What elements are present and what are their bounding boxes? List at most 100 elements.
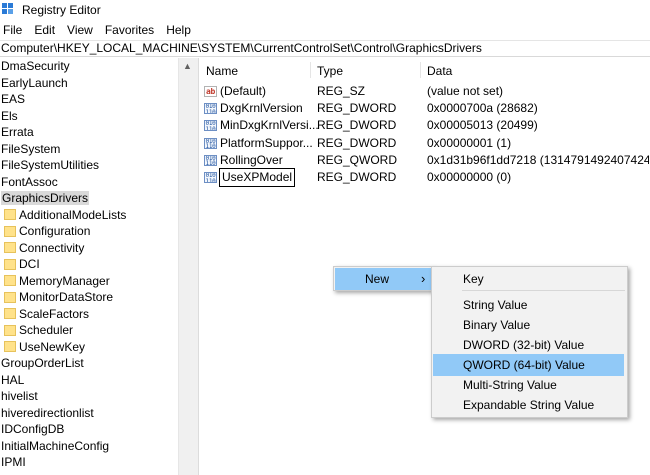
binary-value-icon: 010 110 [204, 137, 217, 149]
binary-value-icon: 010 110 [204, 120, 217, 132]
tree-item-ipmi[interactable]: IPMI [0, 454, 178, 471]
tree-item-errata[interactable]: Errata [0, 124, 178, 141]
folder-icon [4, 258, 16, 270]
pane-splitter[interactable] [195, 58, 199, 475]
value-row[interactable]: ab (Default) REG_SZ (value not set) [200, 83, 650, 100]
tree-item-label: HAL [1, 372, 25, 387]
tree-item-label: DCI [19, 257, 40, 271]
value-data: 0x00005013 (20499) [427, 118, 538, 133]
menu-view[interactable]: View [67, 23, 93, 37]
menu-help[interactable]: Help [166, 23, 191, 37]
tree-item-usenewkey[interactable]: UseNewKey [0, 339, 178, 356]
tree-item-label: Configuration [19, 224, 91, 238]
tree-item-filesystem[interactable]: FileSystem [0, 141, 178, 158]
value-name: UseXPModel [218, 168, 296, 187]
tree-item-label: EAS [1, 92, 26, 106]
folder-icon [4, 209, 16, 221]
submenu-item[interactable]: Binary Value [433, 314, 624, 336]
tree-item-additionalmodelists[interactable]: AdditionalModeLists [0, 207, 178, 224]
context-menu: New › [333, 266, 433, 291]
tree-item-label: EarlyLaunch [1, 75, 68, 90]
folder-icon [4, 242, 16, 254]
submenu-item[interactable]: DWORD (32-bit) Value [433, 334, 624, 356]
folder-icon [4, 291, 16, 303]
folder-icon [4, 225, 16, 237]
value-data: 0x1d31b96f1dd7218 (131479149240742424) [427, 152, 649, 167]
tree-item-label: AdditionalModeLists [19, 207, 127, 222]
column-header-type[interactable]: Type [317, 64, 343, 78]
value-row[interactable]: 010 110 MinDxgKrnlVersi... REG_DWORD 0x00005… [200, 117, 650, 134]
submenu-item[interactable]: Expandable String Value [433, 394, 624, 416]
column-header-name[interactable]: Name [206, 64, 238, 78]
tree-item-monitordatastore[interactable]: MonitorDataStore [0, 289, 178, 306]
folder-icon [4, 275, 16, 287]
menu-file[interactable]: File [3, 23, 22, 37]
value-name: PlatformSuppor... [220, 135, 313, 150]
tree-item-dci[interactable]: DCI [0, 256, 178, 273]
tree-item-scalefactors[interactable]: ScaleFactors [0, 306, 178, 323]
tree-item-label: Els [1, 108, 18, 123]
submenu-item[interactable]: QWORD (64-bit) Value [433, 354, 624, 376]
value-type: REG_QWORD [317, 152, 398, 167]
menu-edit[interactable]: Edit [34, 23, 55, 37]
tree-item-connectivity[interactable]: Connectivity [0, 240, 178, 257]
tree-item-label: GroupOrderList [1, 356, 84, 370]
menu-bar: File Edit View Favorites Help [0, 21, 203, 39]
tree-item-fontassoc[interactable]: FontAssoc [0, 174, 178, 191]
binary-value-icon: 010 110 [204, 103, 217, 115]
key-tree[interactable]: DmaSecurity EarlyLaunch EAS Els Errata FileSy… [0, 58, 178, 475]
value-row[interactable]: 010 110 PlatformSuppor... REG_DWORD 0x000000… [200, 135, 650, 152]
tree-item-label: Connectivity [19, 240, 85, 255]
tree-item-label: ScaleFactors [19, 306, 90, 321]
column-divider[interactable] [310, 62, 311, 78]
scroll-up-icon[interactable]: ▲ [179, 58, 196, 75]
folder-icon [4, 324, 16, 336]
context-menu-new[interactable]: New › [335, 268, 431, 290]
submenu-item[interactable]: String Value [433, 294, 624, 316]
tree-item-initialmachineconfig[interactable]: InitialMachineConfig [0, 438, 178, 455]
tree-item-graphicsdrivers[interactable]: GraphicsDrivers [0, 190, 178, 207]
tree-item-label: hiveredirectionlist [1, 405, 94, 420]
submenu-item[interactable]: Key [433, 268, 624, 290]
tree-item-label: IDConfigDB [1, 422, 65, 436]
column-divider[interactable] [420, 62, 421, 78]
tree-item-hal[interactable]: HAL [0, 372, 178, 389]
registry-editor-icon [2, 3, 16, 17]
tree-item-earlylaunch[interactable]: EarlyLaunch [0, 75, 178, 92]
tree-item-filesystemutilities[interactable]: FileSystemUtilities [0, 157, 178, 174]
address-bar[interactable]: Computer\HKEY_LOCAL_MACHINE\SYSTEM\Curre… [0, 40, 650, 57]
value-type: REG_SZ [317, 84, 366, 98]
tree-item-label: UseNewKey [19, 339, 86, 354]
value-row[interactable]: 010 110 DxgKrnlVersion REG_DWORD 0x0000700a … [200, 100, 650, 117]
value-name: (Default) [220, 84, 267, 98]
tree-item-dmasecurity[interactable]: DmaSecurity [0, 58, 178, 75]
tree-item-configuration[interactable]: Configuration [0, 223, 178, 240]
tree-item-label: FontAssoc [1, 174, 58, 189]
tree-item-hivelist[interactable]: hivelist [0, 388, 178, 405]
tree-item-label: Scheduler [19, 323, 74, 337]
value-type: REG_DWORD [317, 101, 397, 116]
binary-value-icon: 010 110 [204, 172, 217, 183]
tree-item-label: FileSystem [1, 141, 61, 156]
tree-item-idconfigdb[interactable]: IDConfigDB [0, 421, 178, 438]
tree-item-label: InitialMachineConfig [1, 438, 110, 453]
value-name: MinDxgKrnlVersi... [220, 118, 319, 133]
tree-item-scheduler[interactable]: Scheduler [0, 322, 178, 339]
folder-icon [4, 308, 16, 320]
value-type: REG_DWORD [317, 135, 397, 150]
tree-item-label: Errata [1, 125, 34, 139]
tree-scrollbar[interactable]: ▲ [178, 58, 195, 475]
column-header-data[interactable]: Data [427, 64, 452, 78]
value-row[interactable]: 010 110 RollingOver REG_QWORD 0x1d31b96f1dd7… [200, 152, 650, 169]
menu-favorites[interactable]: Favorites [105, 23, 154, 37]
tree-item-grouporderlist[interactable]: GroupOrderList [0, 355, 178, 372]
value-row[interactable]: 010 110 UseXPModel REG_DWORD 0x00000000 (0) [200, 168, 650, 187]
window-title: Registry Editor [22, 3, 101, 17]
submenu-item[interactable]: Multi-String Value [433, 374, 624, 396]
tree-item-hiveredirectionlist[interactable]: hiveredirectionlist [0, 405, 178, 422]
binary-value-icon: 010 110 [204, 154, 217, 166]
tree-item-memorymanager[interactable]: MemoryManager [0, 273, 178, 290]
value-name: RollingOver [220, 152, 283, 167]
tree-item-eas[interactable]: EAS [0, 91, 178, 108]
tree-item-els[interactable]: Els [0, 108, 178, 125]
